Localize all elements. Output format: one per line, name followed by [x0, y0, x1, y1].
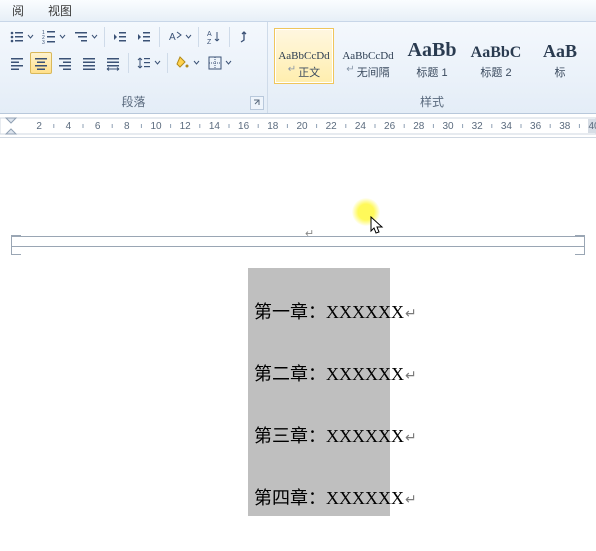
borders-icon: [207, 55, 223, 71]
svg-text:16: 16: [238, 121, 250, 132]
svg-text:34: 34: [501, 121, 513, 132]
svg-text:40: 40: [588, 121, 596, 132]
increase-indent-button[interactable]: [133, 26, 155, 48]
menu-tabs: 阅 视图: [0, 0, 596, 22]
svg-text:20: 20: [296, 121, 308, 132]
numbered-list-button[interactable]: 123: [38, 26, 68, 48]
sort-icon: AZ: [206, 29, 222, 45]
style-preview: AaBbCcDd: [339, 32, 397, 62]
style-item-4[interactable]: AaB标: [530, 28, 590, 84]
chinese-layout-button[interactable]: A: [164, 26, 194, 48]
paragraph-marks-icon: [237, 29, 253, 45]
bulleted-list-button[interactable]: [6, 26, 36, 48]
align-left-icon: [9, 55, 25, 71]
paragraph-dialog-launcher[interactable]: [250, 96, 264, 110]
style-name: ↵正文: [275, 62, 333, 80]
style-item-1[interactable]: AaBbCcDd↵无间隔: [338, 28, 398, 84]
decrease-indent-icon: [112, 29, 128, 45]
increase-indent-icon: [136, 29, 152, 45]
svg-text:2: 2: [36, 121, 42, 132]
group-styles: AaBbCcDd↵正文AaBbCcDd↵无间隔AaBb标题 1AaBbC标题 2…: [268, 22, 596, 113]
svg-text:A: A: [169, 32, 176, 43]
style-name: 标: [531, 62, 589, 80]
doc-line-3[interactable]: 第三章：XXXXXX↵: [254, 422, 417, 448]
show-marks-button[interactable]: [234, 26, 256, 48]
bulleted-list-icon: [9, 29, 25, 45]
style-item-2[interactable]: AaBb标题 1: [402, 28, 462, 84]
shading-icon: [175, 55, 191, 71]
group-styles-label: 样式: [274, 91, 590, 113]
borders-button[interactable]: [204, 52, 234, 74]
align-left-button[interactable]: [6, 52, 28, 74]
document-area[interactable]: ↵ 第一章：XXXXXX↵第二章：XXXXXX↵第三章：XXXXXX↵第四章：X…: [0, 138, 596, 551]
svg-text:36: 36: [530, 121, 542, 132]
svg-text:Z: Z: [207, 39, 212, 45]
svg-text:3: 3: [42, 40, 45, 45]
svg-text:4: 4: [66, 121, 72, 132]
svg-text:28: 28: [413, 121, 425, 132]
svg-text:6: 6: [95, 121, 101, 132]
style-name: ↵无间隔: [339, 62, 397, 80]
svg-text:A: A: [207, 31, 212, 38]
group-paragraph: 123 A: [0, 22, 268, 113]
svg-text:30: 30: [442, 121, 454, 132]
line-spacing-icon: [136, 55, 152, 71]
align-distributed-icon: [105, 55, 121, 71]
chinese-layout-icon: A: [167, 29, 183, 45]
svg-text:10: 10: [150, 121, 162, 132]
mouse-cursor-icon: [370, 216, 384, 236]
svg-text:14: 14: [209, 121, 221, 132]
tab-view[interactable]: 视图: [36, 0, 84, 21]
svg-text:8: 8: [124, 121, 130, 132]
align-justify-icon: [81, 55, 97, 71]
ribbon: 123 A: [0, 22, 596, 114]
align-distributed-button[interactable]: [102, 52, 124, 74]
tab-review[interactable]: 阅: [0, 0, 36, 21]
multilevel-list-button[interactable]: [70, 26, 100, 48]
align-center-icon: [33, 55, 49, 71]
style-item-3[interactable]: AaBbC标题 2: [466, 28, 526, 84]
page-gap: [12, 236, 584, 248]
style-item-0[interactable]: AaBbCcDd↵正文: [274, 28, 334, 84]
style-name: 标题 2: [467, 62, 525, 80]
style-preview: AaBb: [403, 32, 461, 62]
doc-line-2[interactable]: 第二章：XXXXXX↵: [254, 360, 417, 386]
group-paragraph-label: 段落: [6, 91, 261, 113]
align-center-button[interactable]: [30, 52, 52, 74]
align-justify-button[interactable]: [78, 52, 100, 74]
doc-line-1[interactable]: 第一章：XXXXXX↵: [254, 298, 417, 324]
decrease-indent-button[interactable]: [109, 26, 131, 48]
svg-text:18: 18: [267, 121, 279, 132]
align-right-button[interactable]: [54, 52, 76, 74]
multilevel-list-icon: [73, 29, 89, 45]
svg-text:26: 26: [384, 121, 396, 132]
svg-text:24: 24: [355, 121, 367, 132]
style-preview: AaBbCcDd: [275, 32, 333, 62]
svg-text:38: 38: [559, 121, 571, 132]
svg-text:32: 32: [472, 121, 484, 132]
line-spacing-button[interactable]: [133, 52, 163, 74]
style-name: 标题 1: [403, 62, 461, 80]
styles-gallery[interactable]: AaBbCcDd↵正文AaBbCcDd↵无间隔AaBb标题 1AaBbC标题 2…: [274, 26, 590, 86]
svg-text:12: 12: [180, 121, 192, 132]
shading-button[interactable]: [172, 52, 202, 74]
svg-text:22: 22: [326, 121, 338, 132]
doc-line-4[interactable]: 第四章：XXXXXX↵: [254, 484, 417, 510]
sort-button[interactable]: AZ: [203, 26, 225, 48]
numbered-list-icon: 123: [41, 29, 57, 45]
align-right-icon: [57, 55, 73, 71]
style-preview: AaBbC: [467, 32, 525, 62]
horizontal-ruler[interactable]: 246810121416182022242628303234363840: [0, 114, 596, 138]
style-preview: AaB: [531, 32, 589, 62]
